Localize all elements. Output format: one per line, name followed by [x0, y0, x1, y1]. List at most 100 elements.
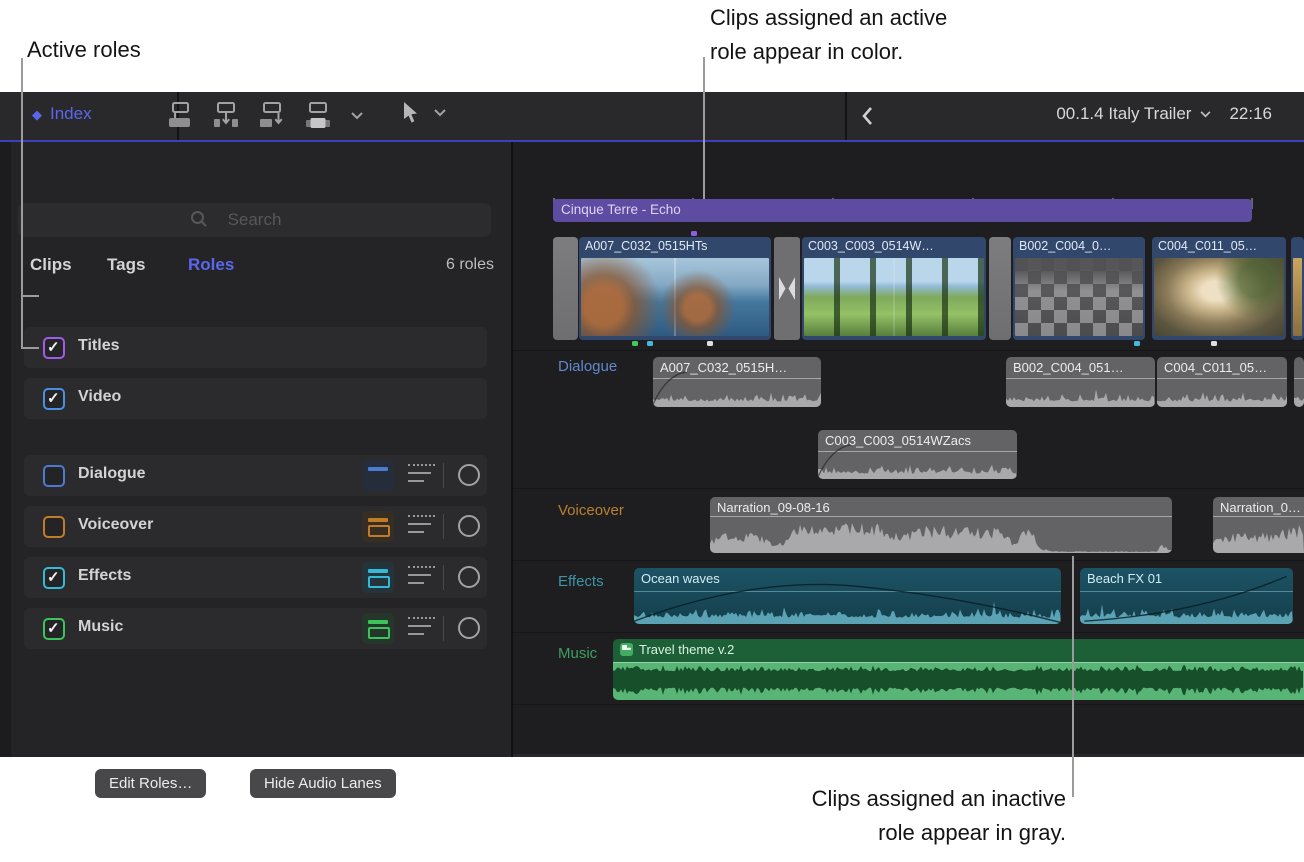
- voiceover-lane-label: Voiceover: [558, 502, 624, 519]
- music-checkbox[interactable]: [43, 618, 65, 640]
- effects-checkbox[interactable]: [43, 567, 65, 589]
- project-title-dropdown[interactable]: 00.1.4 Italy Trailer: [1056, 104, 1211, 124]
- role-row-music[interactable]: Music: [24, 608, 487, 649]
- clip-name: Narration_0…: [1213, 497, 1304, 518]
- marker-dot-white: [707, 341, 713, 346]
- audio-clip-dialogue-a007[interactable]: A007_C032_0515H…: [653, 357, 821, 407]
- annotation-inactive-clips-line1: Clips assigned an inactive: [812, 782, 1066, 816]
- clip-name: B002_C004_051…: [1006, 357, 1155, 378]
- music-lane-toggle-icon[interactable]: [362, 613, 394, 644]
- project-duration: 22:16: [1229, 104, 1272, 124]
- arrow-tool-icon[interactable]: [402, 101, 420, 125]
- clip-title: Travel theme v.2: [639, 642, 734, 657]
- effects-lane-label: Effects: [558, 573, 604, 590]
- clip-name: Travel theme v.2: [613, 639, 1304, 660]
- search-icon: [190, 210, 208, 228]
- effects-focus-button[interactable]: [458, 566, 480, 588]
- search-input[interactable]: [18, 203, 491, 237]
- lane-separator: [513, 704, 1304, 705]
- video-clip-c003[interactable]: C003_C003_0514W…: [802, 237, 986, 340]
- role-row-titles[interactable]: Titles: [24, 327, 487, 368]
- insert-clip-icon[interactable]: [213, 100, 239, 130]
- music-subroles-icon[interactable]: [408, 617, 435, 639]
- edit-roles-button[interactable]: Edit Roles…: [95, 769, 206, 798]
- clip-name: A007_C032_0515HTs: [579, 237, 771, 255]
- audio-clip-beach-fx[interactable]: Beach FX 01: [1080, 568, 1293, 624]
- timeline-panel: 00:00:00:00 00:00:02:00 00:00:04:00 Cinq…: [513, 142, 1304, 757]
- tool-menu-chevron-icon[interactable]: [434, 109, 446, 117]
- role-row-effects[interactable]: Effects: [24, 557, 487, 598]
- callout-line-active-roles: [21, 58, 23, 349]
- callout-line-inactive-clip: [1072, 556, 1074, 797]
- voiceover-lane-toggle-icon[interactable]: [362, 511, 394, 542]
- edit-tools-chevron-icon[interactable]: [351, 112, 363, 120]
- role-row-video[interactable]: Video: [24, 378, 487, 419]
- index-button[interactable]: ◆ Index: [32, 104, 92, 124]
- tab-roles[interactable]: Roles: [188, 255, 234, 275]
- titles-checkbox[interactable]: [43, 337, 65, 359]
- role-row-voiceover[interactable]: Voiceover: [24, 506, 487, 547]
- role-row-dialogue[interactable]: Dialogue: [24, 455, 487, 496]
- tab-tags[interactable]: Tags: [107, 255, 145, 275]
- gap-clip[interactable]: [989, 237, 1011, 340]
- clip-name: Narration_09-08-16: [710, 497, 1172, 518]
- music-lane-label: Music: [558, 645, 597, 662]
- transition-icon: [774, 237, 800, 340]
- voiceover-subroles-icon[interactable]: [408, 515, 435, 537]
- overwrite-clip-icon[interactable]: [305, 100, 331, 130]
- role-label-titles: Titles: [78, 337, 120, 355]
- video-clip-a007[interactable]: A007_C032_0515HTs: [579, 237, 771, 340]
- clip-name: C004_C011_05…: [1157, 357, 1287, 378]
- music-focus-button[interactable]: [458, 617, 480, 639]
- callout-line-active-clip: [703, 57, 705, 199]
- connect-clip-icon[interactable]: [167, 100, 193, 130]
- video-checkbox[interactable]: [43, 388, 65, 410]
- role-divider: [443, 514, 444, 539]
- tab-clips[interactable]: Clips: [30, 255, 72, 275]
- audio-clip-narration-1[interactable]: Narration_09-08-16: [710, 497, 1172, 553]
- cross-dissolve-transition[interactable]: [774, 237, 800, 340]
- audio-clip-dialogue-b002[interactable]: B002_C004_051…: [1006, 357, 1155, 407]
- append-clip-icon[interactable]: [259, 100, 285, 130]
- dialogue-lane-toggle-icon[interactable]: [362, 460, 394, 491]
- panel-edge: [0, 142, 11, 757]
- dialogue-checkbox[interactable]: [43, 465, 65, 487]
- project-chevron-icon: [1200, 111, 1211, 118]
- audio-clip-travel-theme[interactable]: Travel theme v.2: [613, 639, 1304, 700]
- timeline-footer-strip: [513, 754, 1304, 757]
- role-label-effects: Effects: [78, 567, 131, 585]
- annotation-active-clips-line1: Clips assigned an active: [710, 1, 947, 35]
- gap-clip[interactable]: [553, 237, 578, 340]
- clip-name: Ocean waves: [634, 568, 1061, 589]
- project-title: 00.1.4 Italy Trailer: [1056, 104, 1191, 124]
- lane-separator: [513, 632, 1304, 633]
- timeline-index-panel: Clips Tags Roles 6 roles Titles Video Di…: [0, 142, 511, 757]
- clip-thumbnail-cypress: [804, 258, 984, 336]
- clip-thumbnail-coast: [581, 258, 769, 336]
- dialogue-subroles-icon[interactable]: [408, 464, 435, 486]
- dialogue-focus-button[interactable]: [458, 464, 480, 486]
- voiceover-checkbox[interactable]: [43, 516, 65, 538]
- audio-clip-dialogue-c004[interactable]: C004_C011_05…: [1157, 357, 1287, 407]
- title-clip-cinque-terre[interactable]: Cinque Terre - Echo: [553, 199, 1252, 222]
- audio-clip-narration-2[interactable]: Narration_0…: [1213, 497, 1304, 553]
- annotation-inactive-clips-line2: role appear in gray.: [878, 816, 1066, 850]
- video-clip-c004[interactable]: C004_C011_05…: [1152, 237, 1286, 340]
- role-label-dialogue: Dialogue: [78, 465, 146, 483]
- audio-clip-dialogue-c003[interactable]: C003_C003_0514WZacs: [818, 430, 1017, 479]
- callout-branch-titles: [22, 295, 39, 297]
- effects-lane-toggle-icon[interactable]: [362, 562, 394, 593]
- waveform: [613, 662, 1304, 700]
- effects-subroles-icon[interactable]: [408, 566, 435, 588]
- voiceover-focus-button[interactable]: [458, 515, 480, 537]
- screenshot-root: { "annotations": { "active_roles": "Acti…: [0, 0, 1304, 862]
- hide-audio-lanes-button[interactable]: Hide Audio Lanes: [250, 769, 396, 798]
- clip-thumbnail-tower: [1154, 258, 1284, 336]
- audio-clip-ocean-waves[interactable]: Ocean waves: [634, 568, 1061, 624]
- video-clip-partial[interactable]: [1291, 237, 1304, 340]
- video-clip-b002[interactable]: B002_C004_0…: [1013, 237, 1145, 340]
- role-divider: [443, 616, 444, 641]
- timeline-back-icon[interactable]: [860, 105, 874, 127]
- audio-clip-dialogue-partial[interactable]: [1294, 357, 1304, 407]
- waveform: [1294, 378, 1304, 407]
